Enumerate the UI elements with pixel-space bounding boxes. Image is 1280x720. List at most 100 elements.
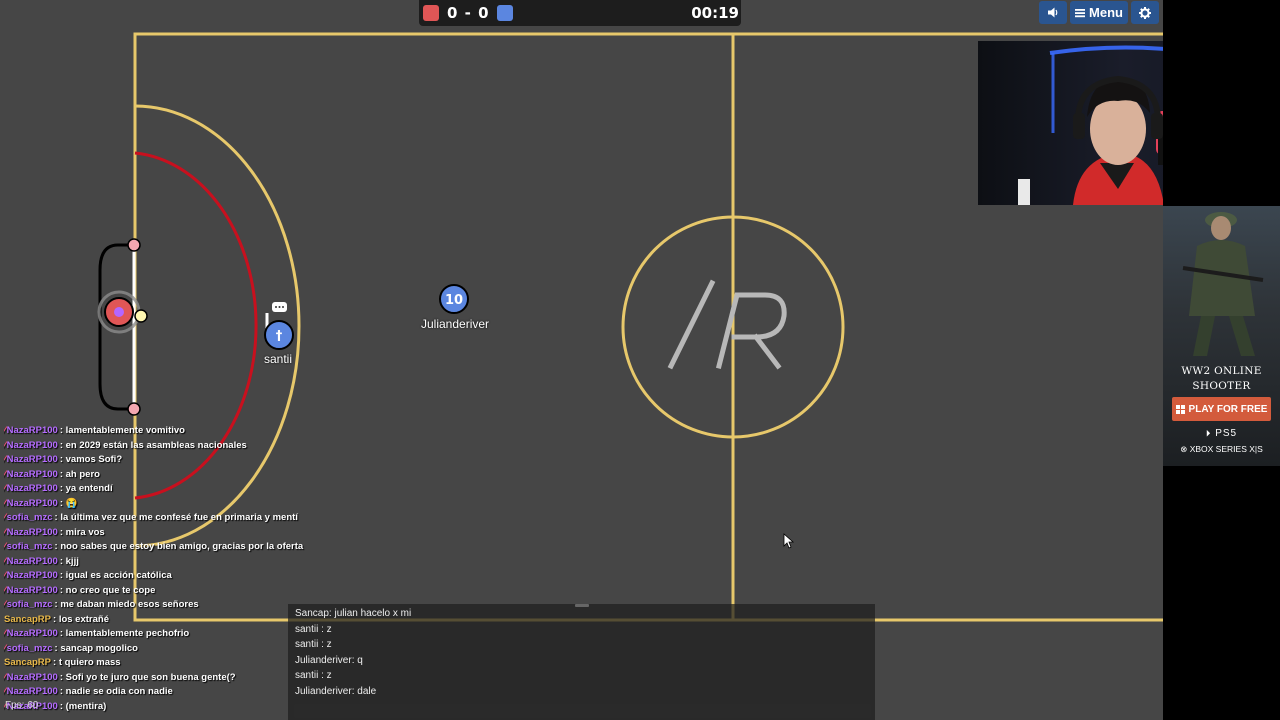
mouse-cursor	[783, 533, 795, 549]
player-santii: †	[264, 302, 294, 350]
stream-chat-message: ⁄NazaRP100: en 2029 están las asambleas …	[4, 439, 344, 454]
chat-username: NazaRP100	[6, 671, 58, 683]
goal-post-bottom	[127, 402, 141, 416]
chat-message-text: noo sabes que estoy bien amigo, gracias …	[60, 541, 304, 552]
player-julianderiver: 10	[439, 284, 469, 314]
menu-button[interactable]: Menu	[1070, 1, 1128, 24]
chat-message-text: sancap mogolico	[60, 642, 138, 654]
chat-message-text: 😭	[65, 497, 78, 509]
settings-button[interactable]	[1131, 1, 1159, 24]
chat-message-text: me daban miedo esos señores	[60, 599, 199, 610]
sword-badge-icon: ⁄	[4, 642, 6, 654]
stream-chat-message: ⁄NazaRP100: ah pero	[4, 468, 344, 483]
sword-badge-icon: ⁄	[4, 468, 6, 480]
ad-cta-label: PLAY FOR FREE	[1188, 403, 1268, 415]
score: 0 - 0	[447, 4, 490, 22]
chat-message-text: ah pero	[65, 468, 100, 480]
sword-badge-icon: ⁄	[4, 686, 6, 697]
stream-chat-message: ⁄sofia_mzc: noo sabes que estoy bien ami…	[4, 540, 344, 555]
stream-chat-message: ⁄NazaRP100: lamentablemente vomitivo	[4, 424, 344, 439]
xbox-label: XBOX SERIES X|S	[1189, 444, 1263, 454]
stream-chat-message: ⁄NazaRP100: no creo que te cope	[4, 584, 344, 599]
sound-button[interactable]	[1039, 1, 1067, 24]
ad-platform-xbox: ⊗ XBOX SERIES X|S	[1163, 444, 1280, 455]
chat-username: NazaRP100	[6, 439, 58, 451]
sword-badge-icon: ⁄	[4, 512, 6, 523]
sword-badge-icon: ⁄	[4, 483, 6, 494]
chat-message-text: (mentira)	[65, 700, 107, 712]
chat-message-text: en 2029 están las asambleas nacionales	[65, 439, 247, 451]
chat-username: NazaRP100	[6, 454, 58, 465]
ball	[134, 309, 148, 323]
chat-username: NazaRP100	[6, 425, 58, 436]
stream-chat-message: ⁄NazaRP100: vamos Sofi?	[4, 453, 344, 468]
sword-badge-icon: ⁄	[4, 497, 6, 509]
stream-chat-message: ⁄NazaRP100: mira vos	[4, 526, 344, 541]
ad-title-line2: SHOOTER	[1192, 380, 1251, 392]
ad-title: WW2 ONLINE SHOOTER	[1163, 364, 1280, 394]
game-chat-line: santii : z	[295, 639, 332, 650]
chat-username: NazaRP100	[6, 570, 58, 581]
game-chat-line: Sancap: julian hacelo x mi	[295, 608, 412, 619]
red-score: 0	[447, 4, 459, 22]
stream-chat-message: ⁄NazaRP100: kjjj	[4, 555, 344, 570]
chat-username: SancapRP	[4, 657, 51, 668]
chat-message-text: kjjj	[65, 555, 79, 567]
menu-label: Menu	[1089, 5, 1123, 20]
sword-badge-icon: ⁄	[4, 526, 6, 538]
game-chat-line: Julianderiver: dale	[295, 685, 377, 697]
windows-icon	[1175, 404, 1185, 414]
chat-username: NazaRP100	[6, 497, 58, 509]
sword-badge-icon: ⁄	[4, 628, 6, 639]
chat-message-text: no creo que te cope	[65, 584, 156, 596]
ad-title-line1: WW2 ONLINE	[1181, 365, 1262, 377]
chat-message-text: lamentablemente vomitivo	[65, 425, 185, 436]
chat-username: sofia_mzc	[6, 512, 53, 523]
match-timer: 00:19	[691, 4, 739, 22]
game-chat-input[interactable]	[294, 704, 871, 718]
gear-icon	[1139, 6, 1151, 19]
stream-chat-message: ⁄NazaRP100: 😭	[4, 497, 344, 512]
chat-username: NazaRP100	[6, 628, 58, 639]
player-julianderiver-number: 10	[445, 293, 463, 308]
center-logo	[667, 279, 787, 370]
playstation-icon: ⏵	[1205, 428, 1212, 438]
xbox-icon: ⊗	[1180, 444, 1188, 454]
sword-badge-icon: ⁄	[4, 570, 6, 581]
game-chat-messages: Sancap: julian hacelo x mi santii : z sant…	[295, 606, 865, 699]
fps-counter: Fps: 60	[5, 700, 39, 711]
chat-message-text: lamentablemente pechofrio	[65, 628, 190, 639]
chat-username: sofia_mzc	[6, 642, 53, 654]
chat-username: SancapRP	[4, 613, 51, 625]
hamburger-icon	[1075, 8, 1086, 17]
game-chat-line: santii : z	[295, 670, 332, 681]
scoreboard: 0 - 0 00:19	[419, 0, 741, 26]
speaker-icon	[1048, 7, 1058, 18]
chat-message-text: ya entendí	[65, 483, 113, 494]
sword-badge-icon: ⁄	[4, 454, 6, 465]
ps5-label: PS5	[1215, 428, 1238, 439]
sword-badge-icon: ⁄	[4, 425, 6, 436]
game-chat-panel: Sancap: julian hacelo x mi santii : z sant…	[288, 604, 875, 720]
chat-message-text: nadie se odia con nadie	[65, 686, 173, 697]
chat-message-text: igual es acción católica	[65, 570, 172, 581]
sword-badge-icon: ⁄	[4, 584, 6, 596]
blue-team-indicator	[497, 5, 513, 21]
blue-score: 0	[478, 4, 490, 22]
sword-badge-icon: ⁄	[4, 555, 6, 567]
advertisement-panel[interactable]: WW2 ONLINE SHOOTER PLAY FOR FREE ⏵ PS5 ⊗…	[1163, 0, 1280, 720]
stream-chat-message: ⁄NazaRP100: igual es acción católica	[4, 569, 344, 584]
ad-platform-ps5: ⏵ PS5	[1163, 428, 1280, 439]
sword-badge-icon: ⁄	[4, 541, 6, 552]
chat-username: sofia_mzc	[6, 599, 53, 610]
sword-badge-icon: ⁄	[4, 439, 6, 451]
ad-artwork	[1163, 206, 1280, 466]
stream-chat-message: ⁄NazaRP100: ya entendí	[4, 482, 344, 497]
soldier-illustration	[1182, 212, 1264, 356]
chat-username: NazaRP100	[6, 686, 58, 697]
score-separator: -	[464, 4, 472, 22]
game-chat-line: Julianderiver: q	[295, 654, 363, 666]
ad-play-button[interactable]: PLAY FOR FREE	[1172, 397, 1271, 421]
goal-post-top	[127, 238, 141, 252]
sword-badge-icon: ⁄	[4, 671, 6, 683]
